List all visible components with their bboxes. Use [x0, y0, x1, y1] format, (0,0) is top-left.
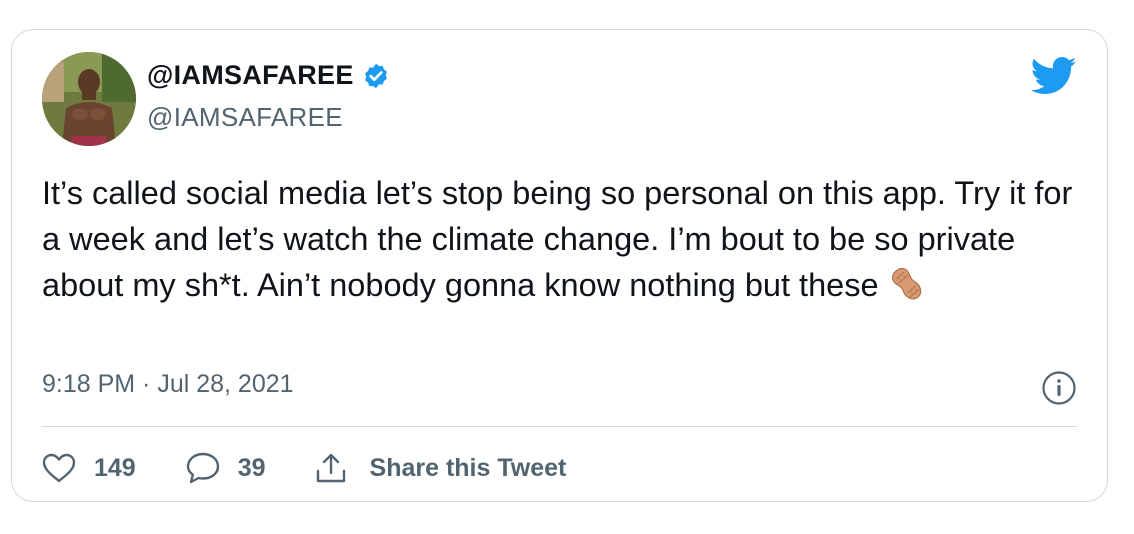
- twitter-bird-icon[interactable]: [1030, 56, 1077, 96]
- action-bar: 149 39 Share this Tweet: [42, 448, 566, 488]
- like-count: 149: [94, 453, 136, 482]
- handle[interactable]: @IAMSAFAREE: [147, 102, 343, 133]
- heart-icon: [42, 453, 76, 483]
- reply-button[interactable]: 39: [186, 452, 266, 484]
- display-name[interactable]: @IAMSAFAREE: [147, 60, 354, 91]
- verified-badge-icon: [362, 62, 390, 90]
- avatar[interactable]: [42, 52, 136, 146]
- divider: [42, 426, 1077, 427]
- reply-icon: [186, 452, 219, 484]
- info-icon[interactable]: [1041, 370, 1077, 406]
- share-icon: [316, 453, 345, 483]
- tweet-card[interactable]: @IAMSAFAREE @IAMSAFAREE It’s called soci…: [11, 29, 1108, 502]
- tweet-text: It’s called social media let’s stop bein…: [42, 170, 1082, 308]
- timestamp[interactable]: 9:18 PM · Jul 28, 2021: [42, 370, 294, 399]
- reply-count: 39: [237, 453, 266, 482]
- like-button[interactable]: 149: [42, 453, 136, 483]
- share-button[interactable]: Share this Tweet: [314, 451, 567, 485]
- share-label: Share this Tweet: [369, 453, 567, 482]
- peanut-emoji-icon: [887, 264, 927, 304]
